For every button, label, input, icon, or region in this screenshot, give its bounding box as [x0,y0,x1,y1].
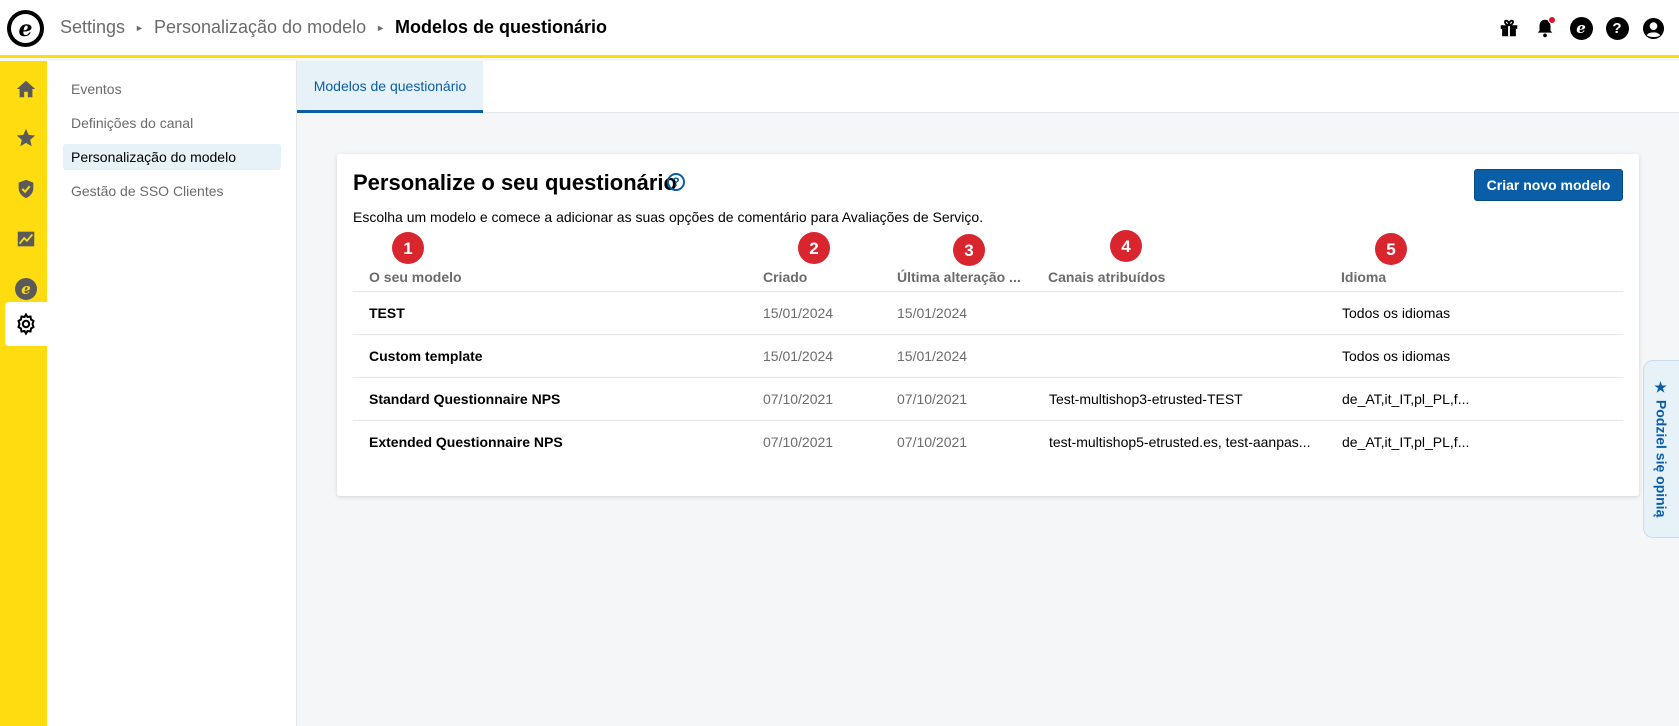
etrusted-logo[interactable]: e [7,10,44,47]
subnav-item-channel-settings[interactable]: Definições do canal [63,110,281,136]
template-language: de_AT,it_IT,pl_PL,f... [1342,391,1470,407]
template-language: de_AT,it_IT,pl_PL,f... [1342,434,1470,450]
settings-subnav: Eventos Definições do canal Personalizaç… [47,61,297,726]
modified-date: 15/01/2024 [897,348,968,364]
etrusted-rail-letter: e [15,278,37,300]
template-name: TEST [369,305,405,321]
subnav-item-sso-clients[interactable]: Gestão de SSO Clientes [63,178,281,204]
feedback-label: ★ Podziel się opinią [1653,380,1670,518]
top-icons: e ? [1497,16,1665,40]
column-header-created[interactable]: Criado [763,269,807,285]
etrusted-icon-letter: e [1569,16,1593,40]
tab-bar: Modelos de questionário [297,61,1679,113]
gift-icon[interactable] [1497,16,1521,40]
subnav-item-template-customization[interactable]: Personalização do modelo [63,144,281,170]
table-header: O seu modelo Criado Última alteração ...… [353,260,1623,292]
breadcrumb: Settings ► Personalização do modelo ► Mo… [60,17,607,38]
shield-icon[interactable] [5,167,47,211]
home-icon[interactable] [5,67,47,111]
notification-dot [1548,16,1556,24]
user-icon[interactable] [1641,16,1665,40]
breadcrumb-template-customization[interactable]: Personalização do modelo [154,17,366,38]
assigned-channels: test-multishop5-etrusted.es, test-aanpas… [1049,434,1311,450]
help-icon-glyph: ? [1605,16,1629,40]
star-icon[interactable] [5,116,47,160]
feedback-side-tab[interactable]: ★ Podziel się opinią [1643,360,1679,538]
gear-icon[interactable] [5,302,47,346]
card-title: Personalize o seu questionário [353,170,677,195]
annotation-badge-4: 4 [1110,230,1142,262]
template-name: Standard Questionnaire NPS [369,391,561,407]
modified-date: 07/10/2021 [897,391,968,407]
table-row[interactable]: Standard Questionnaire NPS 07/10/2021 07… [353,378,1623,421]
breadcrumb-separator-icon: ► [135,22,144,33]
template-name: Custom template [369,348,483,364]
assigned-channels: Test-multishop3-etrusted-TEST [1049,391,1243,407]
table-row[interactable]: TEST 15/01/2024 15/01/2024 Todos os idio… [353,292,1623,335]
table-row[interactable]: Custom template 15/01/2024 15/01/2024 To… [353,335,1623,378]
column-header-last-modified[interactable]: Última alteração ... [897,269,1021,285]
top-bar: e Settings ► Personalização do modelo ► … [0,0,1679,58]
help-icon[interactable]: ? [1605,16,1629,40]
page-title: Modelos de questionário [395,17,608,37]
created-date: 15/01/2024 [763,305,834,321]
help-circle-icon[interactable]: ? [667,173,685,191]
template-language: Todos os idiomas [1342,348,1451,364]
created-date: 15/01/2024 [763,348,834,364]
questionnaire-card: Personalize o seu questionário ? Escolha… [337,154,1639,496]
left-rail: e [0,61,47,726]
column-header-template[interactable]: O seu modelo [369,269,462,285]
breadcrumb-separator-icon: ► [376,22,386,33]
bell-icon[interactable] [1533,16,1557,40]
created-date: 07/10/2021 [763,391,834,407]
etrusted-icon[interactable]: e [1569,16,1593,40]
created-date: 07/10/2021 [763,434,834,450]
column-header-channels[interactable]: Canais atribuídos [1048,269,1165,285]
template-language: Todos os idiomas [1342,305,1451,321]
create-template-button[interactable]: Criar novo modelo [1474,169,1623,201]
modified-date: 15/01/2024 [897,305,968,321]
breadcrumb-settings[interactable]: Settings [60,17,125,38]
column-header-language[interactable]: Idioma [1341,269,1386,285]
table-row[interactable]: Extended Questionnaire NPS 07/10/2021 07… [353,421,1623,464]
card-description: Escolha um modelo e comece a adicionar a… [353,209,984,225]
template-name: Extended Questionnaire NPS [369,434,563,450]
tab-questionnaire-templates[interactable]: Modelos de questionário [297,61,483,113]
logo-letter: e [11,14,40,43]
modified-date: 07/10/2021 [897,434,968,450]
analytics-icon[interactable] [5,217,47,261]
subnav-item-events[interactable]: Eventos [63,76,281,102]
